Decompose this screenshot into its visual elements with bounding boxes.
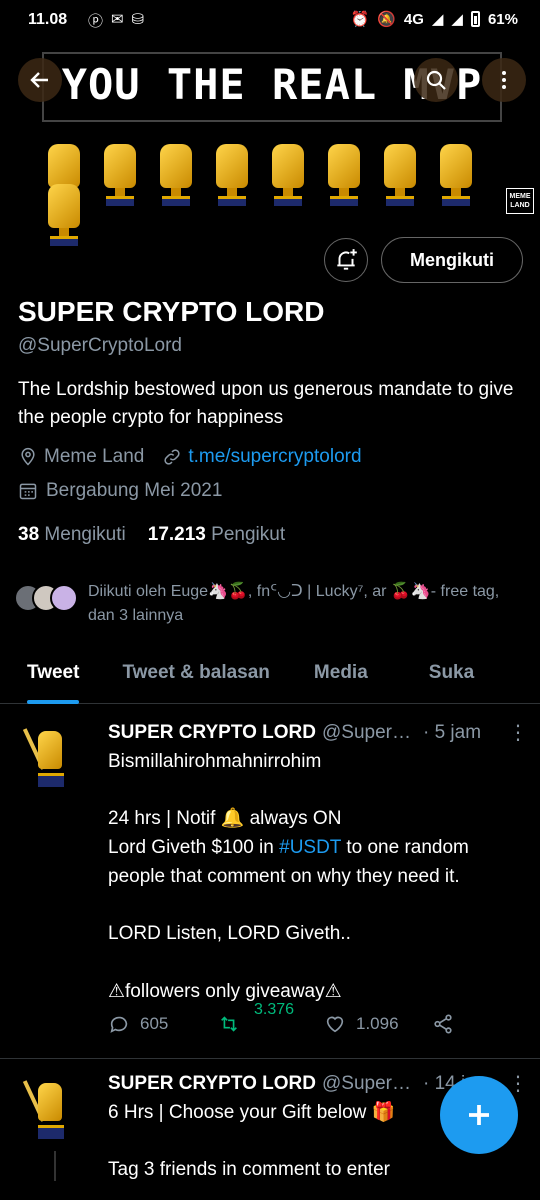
plus-icon [469,1105,489,1125]
battery-percent: 61% [487,10,518,28]
tweet-line: 6 Hrs | Choose your Gift below 🎁 [108,1102,396,1123]
follower-avatars [14,580,78,616]
tweet-author-name: SUPER CRYPTO LORD [108,1073,316,1094]
status-bar: 11.08 ⓟ ✉ ⛁ ⏰ 🔕 4G ◢ ◢ 61% [0,0,540,40]
mute-icon: 🔕 [377,11,396,28]
tweet-header: SUPER CRYPTO LORD @SuperCryptoLord · 5 j… [108,722,508,744]
battery-icon [470,11,480,27]
storage-icon: ⛁ [131,11,145,28]
profile-meta: Meme Land t.me/supercryptolord [18,446,362,468]
tab-media[interactable]: Media [314,652,368,703]
trophy-image [152,140,200,210]
back-button[interactable] [18,58,62,102]
tab-likes[interactable]: Suka [429,652,474,703]
trophy-image [376,140,424,210]
tweet-author-handle: @SuperCryptoLord [321,1073,417,1094]
tweet-line: Lord Giveth $100 in [108,837,280,859]
avatar[interactable] [22,1079,76,1149]
followers-label: Pengikut [211,524,286,545]
trophy-image [40,180,88,250]
notify-button[interactable] [324,238,368,282]
tab-tweet-replies[interactable]: Tweet & balasan [122,652,269,703]
avatar[interactable] [22,727,76,797]
trophy-image [432,140,480,210]
signal-icon-2: ◢ [451,11,463,28]
profile-name: SUPER CRYPTO LORD [18,296,325,327]
hashtag-link[interactable]: #USDT [279,837,341,858]
profile-joined: Bergabung Mei 2021 [18,480,222,502]
profile-bio: The Lordship bestowed upon us generous m… [18,379,514,428]
calendar-icon [19,483,37,500]
tweet-line: LORD Listen, LORD Giveth.. [108,923,351,945]
following-label: Mengikuti [44,524,126,545]
followers-stat[interactable]: 17.213 Pengikut [148,524,285,546]
followed-by[interactable]: Diikuti oleh Euge🦄🍒, fnᑦ◡ᑐ | Lucky⁷, ar … [14,580,524,628]
like-button[interactable]: 1.096 [324,1013,399,1035]
arrow-left-icon [30,72,48,88]
compose-tweet-button[interactable] [440,1076,518,1154]
following-button[interactable]: Mengikuti [381,237,523,283]
trophy-row [40,140,480,210]
status-time: 11.08 [28,11,68,28]
system-icons: ⏰ 🔕 4G ◢ ◢ 61% [350,10,518,29]
avatar [50,584,78,612]
tweet-text: Bismillahirohmahnirrohim 24 hrs | Notif … [108,748,518,1006]
profile-handle: @SuperCryptoLord [18,335,182,356]
retweet-icon [221,1016,237,1032]
more-vertical-icon [502,71,506,89]
tab-tweet[interactable]: Tweet [27,652,80,704]
profile-banner: YOU THE REAL MVP MEME LAND [0,40,540,246]
following-count: 38 [18,524,40,545]
profile-tabs: Tweet Tweet & balasan Media Suka [0,652,540,704]
profile-location: Meme Land [44,446,145,467]
retweet-count: 3.376 [254,1001,295,1018]
retweet-button[interactable] [218,1013,240,1035]
profile-stats: 38 Mengikuti 17.213 Pengikut [18,524,285,546]
like-count: 1.096 [356,1014,399,1033]
alarm-icon: ⏰ [350,11,370,28]
tweet-line: Bismillahirohmahnirrohim [108,751,322,772]
profile-link[interactable]: t.me/supercryptolord [188,446,361,468]
trophy-image [264,140,312,210]
reply-count: 605 [140,1014,169,1033]
trophy-image [208,140,256,210]
network-label: 4G [403,10,424,28]
notification-icons: ⓟ ✉ ⛁ [88,10,144,31]
reply-button[interactable]: 605 [108,1013,168,1035]
tweet-author-name: SUPER CRYPTO LORD [108,722,316,743]
tweet[interactable]: SUPER CRYPTO LORD @SuperCryptoLord · 5 j… [0,705,540,1058]
tweet-line: 24 hrs | Notif 🔔 always ON [108,808,342,830]
search-button[interactable] [414,58,458,102]
share-button[interactable] [432,1013,454,1035]
reply-icon [110,1016,128,1033]
heart-icon [326,1016,344,1033]
link-icon [164,449,180,465]
signal-icon: ◢ [431,11,444,28]
trophy-image [96,140,144,210]
tweet-author-handle: @SuperCryptoLord [321,722,417,743]
app-icon: ⓟ [88,13,104,30]
joined-date: Bergabung Mei 2021 [46,480,223,501]
share-icon [434,1014,452,1034]
followed-by-text: Diikuti oleh Euge🦄🍒, fnᑦ◡ᑐ | Lucky⁷, ar … [88,583,500,624]
tweet-line: ⚠followers only giveaway⚠ [108,980,342,1002]
bell-plus-icon [337,249,357,270]
search-icon [426,70,446,90]
more-options-button[interactable] [482,58,526,102]
followers-count: 17.213 [147,524,206,545]
thread-line [54,1151,56,1181]
mail-icon: ✉ [111,11,124,28]
tweet-time: · 5 jam [422,722,482,743]
location-icon [21,447,35,466]
following-stat[interactable]: 38 Mengikuti [18,524,126,546]
tweet-more-button[interactable]: ⋮ [508,720,528,745]
tweet-line: Tag 3 friends in comment to enter [108,1159,390,1181]
meme-land-logo: MEME LAND [506,188,534,214]
trophy-image [320,140,368,210]
tweet-actions: 605 3.376 1.096 [108,1001,518,1043]
